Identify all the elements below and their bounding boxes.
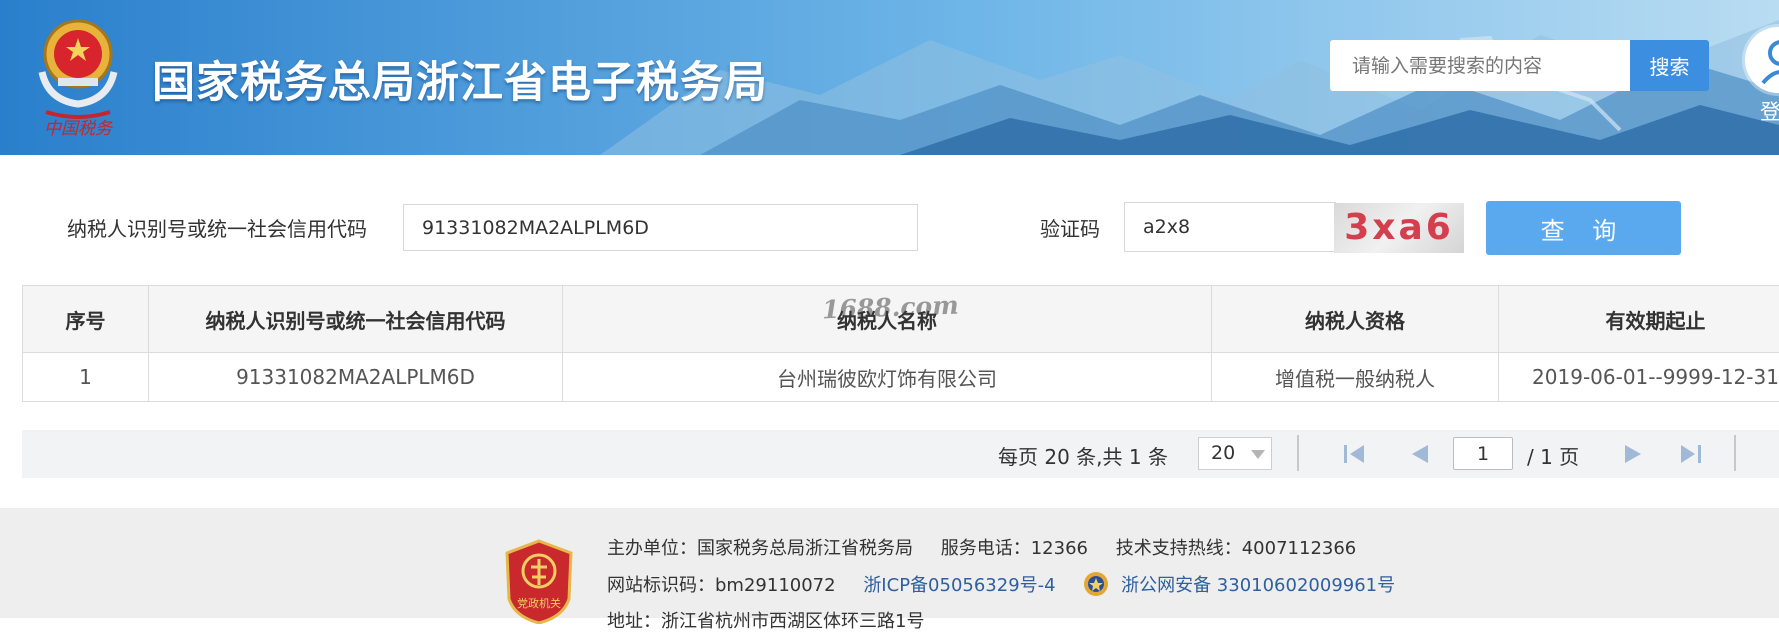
taxpayer-id-label: 纳税人识别号或统一社会信用代码	[67, 213, 367, 242]
site-title: 国家税务总局浙江省电子税务局	[152, 48, 768, 110]
cell-qualification: 增值税一般纳税人	[1212, 353, 1499, 402]
footer-line-1: 主办单位：国家税务总局浙江省税务局 服务电话：12366 技术支持热线：4007…	[607, 534, 1356, 560]
emblem-text: 中国税务	[44, 119, 114, 138]
cell-index: 1	[23, 353, 149, 402]
last-page-icon[interactable]	[1677, 442, 1703, 466]
login-button[interactable]: 登	[1740, 22, 1779, 132]
first-page-icon[interactable]	[1342, 442, 1368, 466]
query-button[interactable]: 查 询	[1486, 201, 1681, 255]
party-government-badge-icon[interactable]: 党政机关	[503, 539, 575, 624]
next-page-icon[interactable]	[1621, 442, 1647, 466]
icp-link[interactable]: 浙ICP备05056329号-4	[863, 575, 1055, 596]
user-avatar-icon	[1745, 27, 1779, 93]
site-footer: 党政机关 主办单位：国家税务总局浙江省税务局 服务电话：12366 技术支持热线…	[0, 508, 1779, 618]
captcha-image[interactable]: 3xa6	[1334, 203, 1464, 253]
cell-taxpayer-name: 台州瑞彼欧灯饰有限公司	[563, 353, 1212, 402]
police-record-link[interactable]: 浙公网安备 33010602009961号	[1121, 575, 1395, 596]
footer-phone: 服务电话：12366	[941, 538, 1088, 559]
search-button[interactable]: 搜索	[1630, 40, 1709, 91]
footer-support: 技术支持热线：4007112366	[1116, 538, 1357, 559]
chevron-down-icon	[1251, 450, 1265, 459]
col-header-index: 序号	[23, 286, 149, 353]
tax-emblem-icon: 中国税务	[28, 12, 128, 138]
page-size-value: 20	[1211, 442, 1235, 464]
col-header-validity: 有效期起止	[1499, 286, 1779, 353]
footer-site-code: 网站标识码：bm29110072	[607, 575, 836, 596]
table-row[interactable]: 1 91331082MA2ALPLM6D 台州瑞彼欧灯饰有限公司 增值税一般纳税…	[23, 353, 1779, 402]
header-banner: 中国税务 国家税务总局浙江省电子税务局 搜索 登	[0, 0, 1779, 155]
watermark: 1688.com	[822, 291, 960, 325]
captcha-label: 验证码	[1040, 213, 1100, 242]
footer-line-2: 网站标识码：bm29110072 浙ICP备05056329号-4 浙公网安备 …	[607, 571, 1395, 597]
taxpayer-id-input[interactable]	[403, 204, 918, 251]
total-pages: / 1 页	[1527, 441, 1579, 470]
police-badge-icon	[1083, 571, 1109, 597]
footer-address: 地址：浙江省杭州市西湖区体环三路1号	[607, 607, 924, 633]
captcha-input[interactable]	[1124, 202, 1336, 252]
page-summary: 每页 20 条,共 1 条	[998, 441, 1168, 470]
badge-text: 党政机关	[517, 596, 561, 610]
page-size-select[interactable]: 20	[1198, 437, 1272, 470]
pager-divider	[1734, 435, 1736, 471]
pagination-bar: 每页 20 条,共 1 条 20 / 1 页	[22, 430, 1779, 478]
login-label: 登	[1760, 96, 1779, 126]
cell-validity: 2019-06-01--9999-12-31	[1499, 353, 1779, 402]
prev-page-icon[interactable]	[1406, 442, 1432, 466]
page-number-input[interactable]	[1453, 437, 1513, 470]
pager-divider	[1297, 435, 1299, 471]
cell-taxpayer-id: 91331082MA2ALPLM6D	[149, 353, 563, 402]
footer-host: 主办单位：国家税务总局浙江省税务局	[607, 538, 913, 559]
search-input[interactable]	[1330, 40, 1630, 91]
col-header-taxpayer-id: 纳税人识别号或统一社会信用代码	[149, 286, 563, 353]
col-header-qualification: 纳税人资格	[1212, 286, 1499, 353]
